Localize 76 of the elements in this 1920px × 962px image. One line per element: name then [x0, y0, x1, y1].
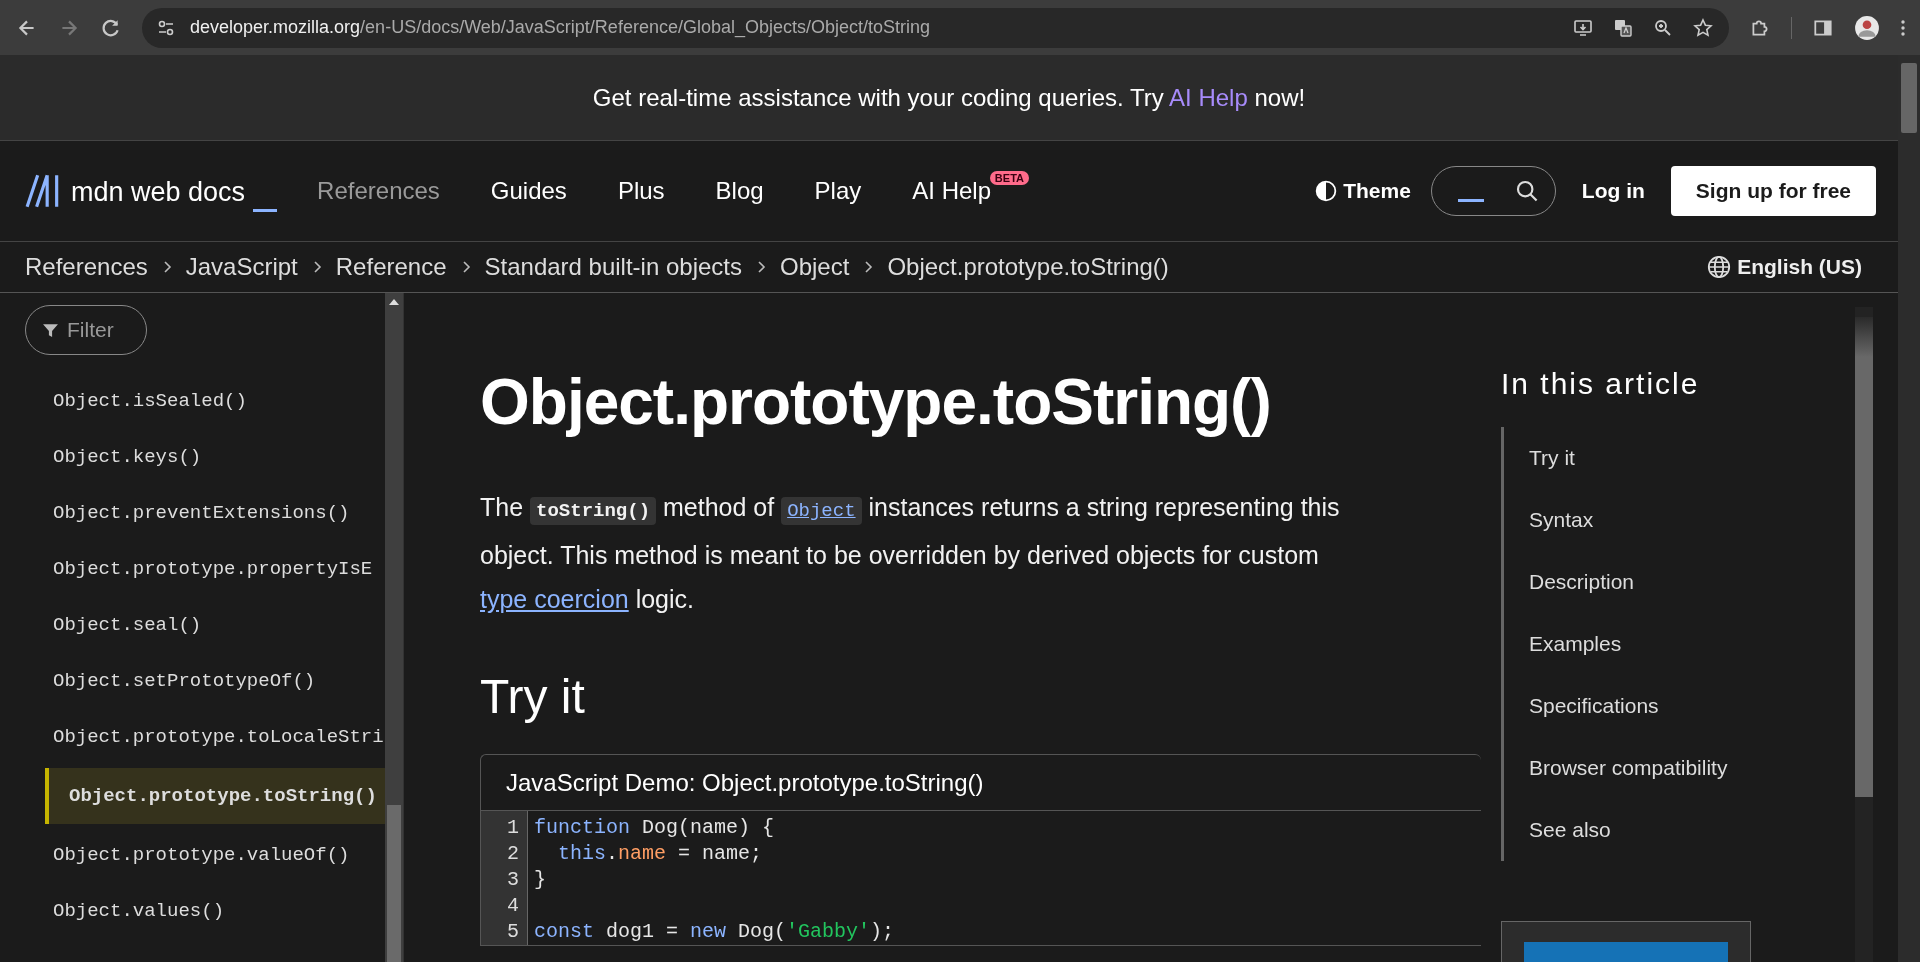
- menu-icon[interactable]: [1900, 17, 1906, 38]
- description-paragraph: The toString() method of Object instances returns a string representing this object. This method is meant to be overridden by derived objects for custom type coercion logic.: [480, 492, 1341, 615]
- star-icon[interactable]: [1693, 17, 1713, 38]
- scrollbar-thumb[interactable]: [1855, 317, 1873, 797]
- language-button[interactable]: English (US): [1701, 254, 1868, 280]
- nav-link[interactable]: Play: [814, 177, 862, 204]
- chevron-icon: [863, 260, 874, 274]
- toc-link[interactable]: See also: [1529, 799, 1851, 861]
- avatar-icon[interactable]: [1854, 14, 1880, 41]
- line-number: 5: [506, 919, 520, 945]
- globe-icon: [1707, 255, 1732, 279]
- nav-link[interactable]: Plus: [617, 177, 665, 204]
- breadcrumb-link[interactable]: Object: [780, 253, 850, 281]
- code-line: this.name = name;: [557, 842, 763, 865]
- sidebar-item[interactable]: Object.values(): [25, 883, 385, 939]
- sidebar-item[interactable]: Object.seal(): [25, 597, 385, 653]
- sidebar-item[interactable]: Object.prototype.valueOf(): [25, 827, 385, 883]
- toc-link[interactable]: Specifications: [1529, 675, 1851, 737]
- toc-link[interactable]: Description: [1529, 551, 1851, 613]
- chevron-icon: [161, 260, 172, 274]
- code-line: function Dog(name) {: [534, 816, 775, 839]
- nav-link[interactable]: References: [317, 177, 440, 204]
- scrollbar-thumb[interactable]: [1901, 63, 1917, 133]
- line-number: 1: [506, 815, 520, 841]
- sidebar-item[interactable]: Object.setPrototypeOf(): [25, 653, 385, 709]
- scrollbar[interactable]: [385, 293, 403, 962]
- scrollbar[interactable]: [1898, 55, 1920, 962]
- object-link[interactable]: Object: [781, 497, 862, 525]
- line-number: 2: [506, 841, 520, 867]
- breadcrumb-link[interactable]: Reference: [335, 253, 447, 281]
- sidebar-item[interactable]: Object.isSealed(): [25, 373, 385, 429]
- code-line: }: [534, 868, 546, 891]
- scroll-up-icon[interactable]: [389, 299, 399, 305]
- translate-icon[interactable]: [1613, 17, 1633, 38]
- nav-link[interactable]: AI Help: [912, 177, 991, 204]
- type-coercion-link[interactable]: type coercion: [480, 585, 629, 613]
- filter-icon: [42, 321, 59, 339]
- search-icon: [1514, 179, 1539, 203]
- breadcrumb-link[interactable]: References: [25, 253, 148, 281]
- section-heading: Try it: [480, 669, 586, 724]
- toc-link[interactable]: Browser compatibility: [1529, 737, 1851, 799]
- code-line: const dog1 = new Dog('Gabby');: [534, 920, 895, 943]
- beta-badge: BETA: [989, 171, 1029, 185]
- zoom-icon[interactable]: [1653, 17, 1673, 38]
- sidebar-item[interactable]: Object.prototype.toLocaleStri: [25, 709, 385, 765]
- breadcrumb-link[interactable]: Standard built-in objects: [484, 253, 742, 281]
- chevron-icon: [756, 260, 766, 274]
- login-link[interactable]: Log in: [1581, 179, 1645, 203]
- sidebar-item[interactable]: Object.prototype.toString(): [45, 768, 385, 824]
- signup-button[interactable]: Sign up for free: [1670, 166, 1876, 216]
- install-icon[interactable]: [1573, 17, 1593, 38]
- ai-help-link[interactable]: AI Help: [1169, 83, 1248, 111]
- toc-link[interactable]: Try it: [1529, 427, 1851, 489]
- address-bar[interactable]: developer.mozilla.org/en-US/docs/Web/JavaScript/Reference/Global_Objects/Object/toString: [142, 7, 1729, 48]
- nav-link[interactable]: Guides: [490, 177, 567, 204]
- scrollbar-thumb[interactable]: [387, 805, 401, 962]
- sidebar-item[interactable]: Object.keys(): [25, 429, 385, 485]
- theme-button[interactable]: Theme: [1315, 179, 1411, 203]
- chevron-icon: [460, 260, 471, 274]
- toc-link[interactable]: Examples: [1529, 613, 1851, 675]
- banner-text: Get real-time assistance with your coding queries. Try AI Help now!: [592, 83, 1306, 112]
- scrollbar[interactable]: [1855, 307, 1873, 962]
- sidebar-item[interactable]: Object.prototype.propertyIsE: [25, 541, 385, 597]
- sidebar-item[interactable]: Object.preventExtensions(): [25, 485, 385, 541]
- nav-link[interactable]: Blog: [715, 177, 764, 204]
- toc-heading: In this article: [1501, 367, 1701, 401]
- breadcrumb-link[interactable]: Object.prototype.toString(): [887, 253, 1169, 281]
- toc-link[interactable]: Syntax: [1529, 489, 1851, 551]
- demo-title: JavaScript Demo: Object.prototype.toString(): [481, 755, 1481, 811]
- line-number: 4: [506, 893, 520, 919]
- chevron-icon: [311, 260, 322, 274]
- page-title: Object.prototype.toString(): [480, 365, 1272, 439]
- filter-button[interactable]: Filter: [25, 305, 147, 355]
- line-number: 3: [506, 867, 520, 893]
- contrast-icon: [1315, 180, 1338, 202]
- breadcrumb-link[interactable]: JavaScript: [185, 253, 298, 281]
